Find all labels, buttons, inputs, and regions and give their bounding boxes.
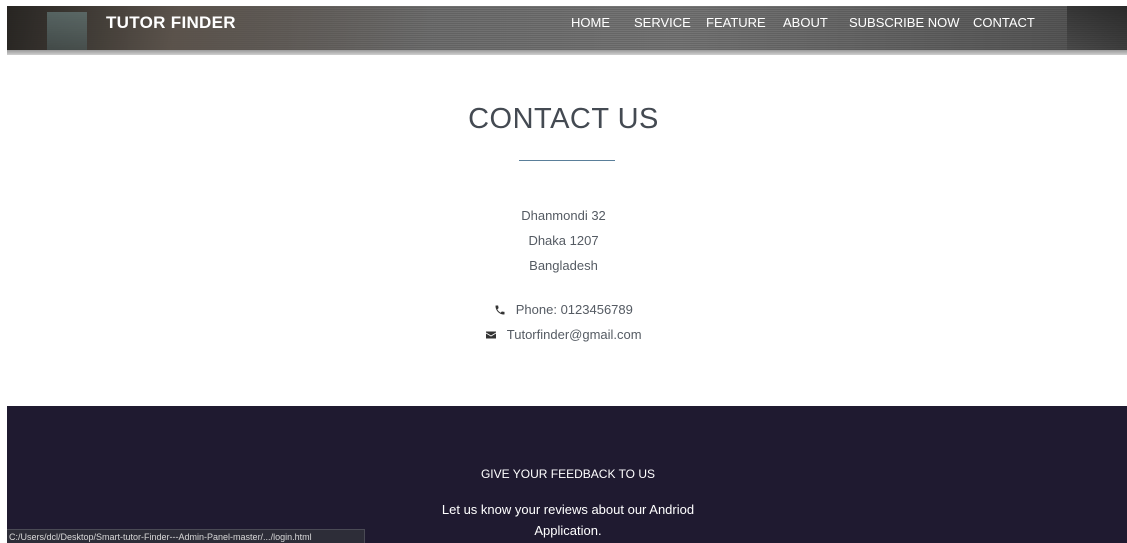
envelope-icon xyxy=(485,327,506,342)
footer-heading: GIVE YOUR FEEDBACK TO US xyxy=(480,467,656,481)
nav-link-service[interactable]: SERVICE xyxy=(634,15,691,30)
footer-text: Let us know your reviews about our Andri… xyxy=(441,502,695,538)
phone-line: Phone: 0123456789 xyxy=(0,302,1127,317)
title-underline xyxy=(519,160,615,161)
nav-link-feature[interactable]: FEATURE xyxy=(706,15,766,30)
nav-link-home[interactable]: HOME xyxy=(571,15,610,30)
email-line: Tutorfinder@gmail.com xyxy=(0,327,1127,342)
phone-text: Phone: 0123456789 xyxy=(515,302,633,317)
phone-icon xyxy=(494,302,516,317)
address-line-1: Dhanmondi 32 xyxy=(521,208,606,223)
address-line-3: Bangladesh xyxy=(529,258,598,273)
nav-link-contact[interactable]: CONTACT xyxy=(973,15,1035,30)
nav-link-about[interactable]: ABOUT xyxy=(783,15,828,30)
address-line-2: Dhaka 1207 xyxy=(528,233,599,248)
navbar-shadow xyxy=(7,50,1127,55)
contact-title: CONTACT US xyxy=(468,103,659,135)
email-text[interactable]: Tutorfinder@gmail.com xyxy=(507,327,642,342)
browser-status-bar: C:/Users/dcl/Desktop/Smart-tutor-Finder-… xyxy=(7,529,365,543)
nav-link-subscribe-now[interactable]: SUBSCRIBE NOW xyxy=(849,15,960,30)
nav-links: HOME SERVICE FEATURE ABOUT SUBSCRIBE NOW… xyxy=(0,0,1127,44)
